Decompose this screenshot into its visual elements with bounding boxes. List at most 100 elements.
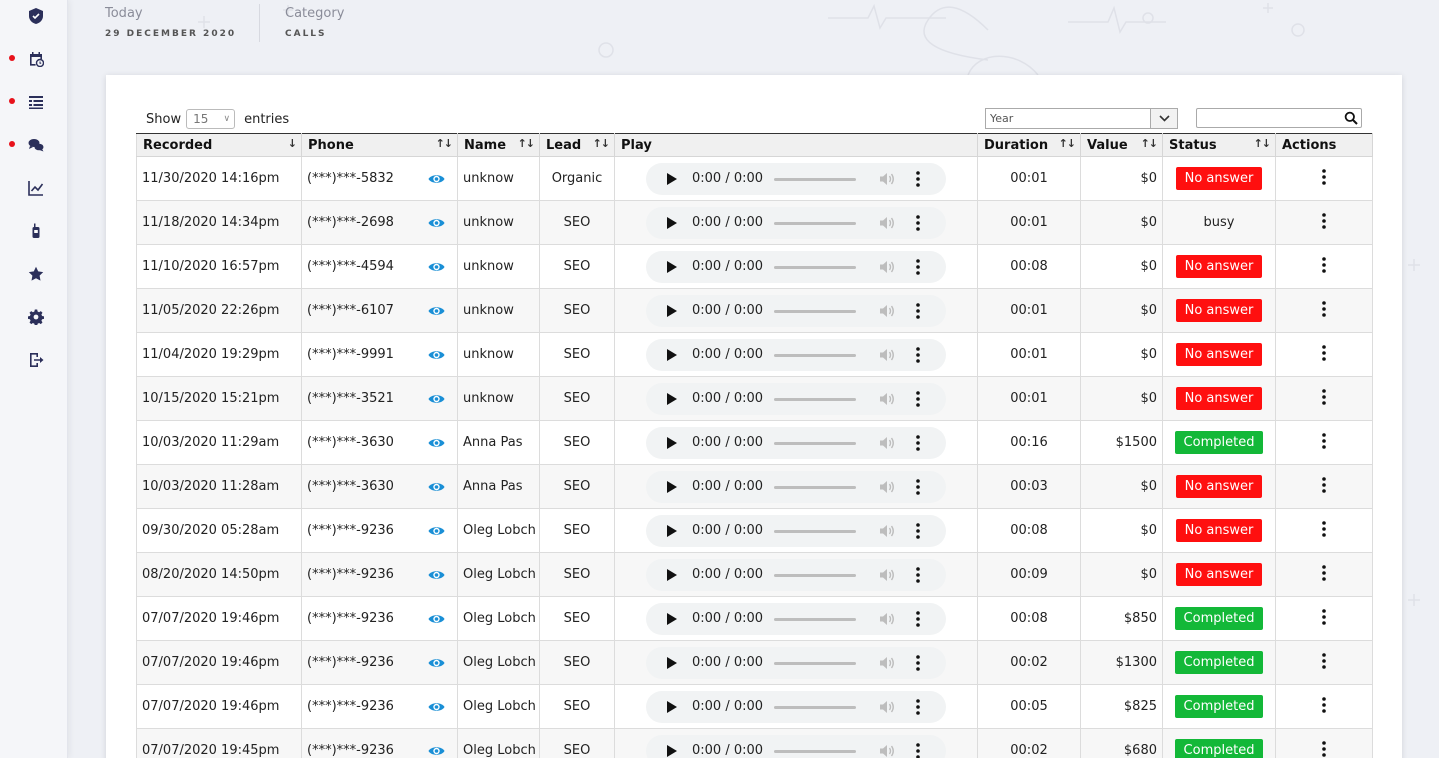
audio-player[interactable]: 0:00 / 0:00 bbox=[646, 514, 946, 547]
kebab-menu-icon[interactable] bbox=[1322, 652, 1326, 669]
audio-player[interactable]: 0:00 / 0:00 bbox=[646, 646, 946, 679]
player-progress[interactable] bbox=[774, 309, 856, 313]
search-icon[interactable] bbox=[1344, 111, 1358, 125]
sort-icon[interactable]: ↑↓ bbox=[593, 137, 610, 150]
volume-icon[interactable] bbox=[879, 480, 895, 494]
more-options-icon[interactable] bbox=[916, 698, 920, 715]
more-options-icon[interactable] bbox=[916, 170, 920, 187]
volume-icon[interactable] bbox=[879, 348, 895, 362]
player-progress[interactable] bbox=[774, 177, 856, 181]
eye-icon[interactable] bbox=[428, 260, 445, 274]
play-icon[interactable] bbox=[667, 436, 677, 449]
calendar-clock-icon[interactable] bbox=[26, 49, 46, 69]
kebab-menu-icon[interactable] bbox=[1322, 256, 1326, 273]
sort-icon[interactable]: ↑↓ bbox=[1141, 137, 1158, 150]
audio-player[interactable]: 0:00 / 0:00 bbox=[646, 294, 946, 327]
more-options-icon[interactable] bbox=[916, 522, 920, 539]
search-input[interactable] bbox=[1196, 108, 1362, 128]
entries-select[interactable]: 15 ∨ bbox=[186, 109, 236, 129]
play-icon[interactable] bbox=[667, 260, 677, 273]
play-icon[interactable] bbox=[667, 656, 677, 669]
more-options-icon[interactable] bbox=[916, 346, 920, 363]
more-options-icon[interactable] bbox=[916, 742, 920, 758]
player-progress[interactable] bbox=[774, 397, 856, 401]
audio-player[interactable]: 0:00 / 0:00 bbox=[646, 250, 946, 283]
eye-icon[interactable] bbox=[428, 568, 445, 582]
player-progress[interactable] bbox=[774, 749, 856, 753]
player-progress[interactable] bbox=[774, 661, 856, 665]
eye-icon[interactable] bbox=[428, 744, 445, 758]
eye-icon[interactable] bbox=[428, 436, 445, 450]
more-options-icon[interactable] bbox=[916, 258, 920, 275]
chevron-down-icon[interactable] bbox=[1150, 109, 1177, 128]
player-progress[interactable] bbox=[774, 573, 856, 577]
audio-player[interactable]: 0:00 / 0:00 bbox=[646, 558, 946, 591]
more-options-icon[interactable] bbox=[916, 214, 920, 231]
volume-icon[interactable] bbox=[879, 304, 895, 318]
play-icon[interactable] bbox=[667, 744, 677, 757]
more-options-icon[interactable] bbox=[916, 566, 920, 583]
kebab-menu-icon[interactable] bbox=[1322, 168, 1326, 185]
sort-icon[interactable]: ↑↓ bbox=[518, 137, 535, 150]
volume-icon[interactable] bbox=[879, 568, 895, 582]
shield-icon[interactable] bbox=[26, 6, 46, 26]
eye-icon[interactable] bbox=[428, 700, 445, 714]
more-options-icon[interactable] bbox=[916, 434, 920, 451]
kebab-menu-icon[interactable] bbox=[1322, 696, 1326, 713]
chat-icon[interactable] bbox=[26, 135, 46, 155]
header-status[interactable]: Status ↑↓ bbox=[1162, 133, 1276, 157]
player-progress[interactable] bbox=[774, 353, 856, 357]
play-icon[interactable] bbox=[667, 612, 677, 625]
play-icon[interactable] bbox=[667, 216, 677, 229]
volume-icon[interactable] bbox=[879, 524, 895, 538]
volume-icon[interactable] bbox=[879, 172, 895, 186]
kebab-menu-icon[interactable] bbox=[1322, 212, 1326, 229]
kebab-menu-icon[interactable] bbox=[1322, 740, 1326, 757]
eye-icon[interactable] bbox=[428, 392, 445, 406]
audio-player[interactable]: 0:00 / 0:00 bbox=[646, 206, 946, 239]
logout-icon[interactable] bbox=[26, 350, 46, 370]
player-progress[interactable] bbox=[774, 221, 856, 225]
kebab-menu-icon[interactable] bbox=[1322, 388, 1326, 405]
volume-icon[interactable] bbox=[879, 260, 895, 274]
eye-icon[interactable] bbox=[428, 524, 445, 538]
player-progress[interactable] bbox=[774, 617, 856, 621]
audio-player[interactable]: 0:00 / 0:00 bbox=[646, 470, 946, 503]
play-icon[interactable] bbox=[667, 524, 677, 537]
header-phone[interactable]: Phone ↑↓ bbox=[301, 133, 458, 157]
eye-icon[interactable] bbox=[428, 656, 445, 670]
kebab-menu-icon[interactable] bbox=[1322, 344, 1326, 361]
volume-icon[interactable] bbox=[879, 216, 895, 230]
sort-icon[interactable]: ↑↓ bbox=[1254, 137, 1271, 150]
header-duration[interactable]: Duration ↑↓ bbox=[977, 133, 1081, 157]
sort-icon[interactable]: ↑↓ bbox=[436, 137, 453, 150]
kebab-menu-icon[interactable] bbox=[1322, 564, 1326, 581]
header-name[interactable]: Name ↑↓ bbox=[457, 133, 540, 157]
header-lead[interactable]: Lead ↑↓ bbox=[539, 133, 615, 157]
gear-icon[interactable] bbox=[26, 307, 46, 327]
play-icon[interactable] bbox=[667, 392, 677, 405]
player-progress[interactable] bbox=[774, 529, 856, 533]
audio-player[interactable]: 0:00 / 0:00 bbox=[646, 162, 946, 195]
kebab-menu-icon[interactable] bbox=[1322, 520, 1326, 537]
volume-icon[interactable] bbox=[879, 612, 895, 626]
star-icon[interactable] bbox=[26, 264, 46, 284]
list-icon[interactable] bbox=[26, 92, 46, 112]
eye-icon[interactable] bbox=[428, 216, 445, 230]
audio-player[interactable]: 0:00 / 0:00 bbox=[646, 690, 946, 723]
volume-icon[interactable] bbox=[879, 700, 895, 714]
kebab-menu-icon[interactable] bbox=[1322, 476, 1326, 493]
audio-player[interactable]: 0:00 / 0:00 bbox=[646, 338, 946, 371]
more-options-icon[interactable] bbox=[916, 478, 920, 495]
walkie-talkie-icon[interactable] bbox=[26, 221, 46, 241]
eye-icon[interactable] bbox=[428, 480, 445, 494]
play-icon[interactable] bbox=[667, 348, 677, 361]
eye-icon[interactable] bbox=[428, 172, 445, 186]
eye-icon[interactable] bbox=[428, 304, 445, 318]
play-icon[interactable] bbox=[667, 700, 677, 713]
volume-icon[interactable] bbox=[879, 392, 895, 406]
header-recorded[interactable]: Recorded ↓ bbox=[136, 133, 302, 157]
play-icon[interactable] bbox=[667, 568, 677, 581]
eye-icon[interactable] bbox=[428, 348, 445, 362]
player-progress[interactable] bbox=[774, 265, 856, 269]
